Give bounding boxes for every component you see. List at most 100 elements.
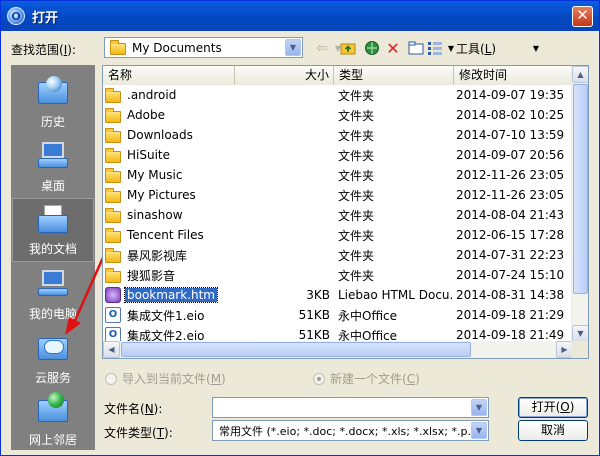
filetype-label: 文件类型(T): xyxy=(104,426,173,440)
delete-icon[interactable]: ✕ xyxy=(384,39,402,58)
file-name-cell[interactable]: My Music xyxy=(103,167,231,183)
file-name-cell[interactable]: Tencent Files xyxy=(103,227,231,243)
file-row[interactable]: Adobe 文件夹 2014-08-02 10:25 xyxy=(103,105,573,125)
file-name-cell[interactable]: O 集成文件1.eio xyxy=(103,307,231,324)
scroll-down-icon[interactable]: ▼ xyxy=(572,325,588,342)
place-network-places[interactable]: 网上邻居 xyxy=(12,388,94,452)
chevron-down-icon[interactable]: ▼ xyxy=(285,39,301,56)
file-modified-date: 2014-07-31 22:23 xyxy=(456,248,565,262)
file-row[interactable]: My Pictures 文件夹 2012-11-26 23:05 xyxy=(103,185,573,205)
file-name: .android xyxy=(127,88,177,102)
folder-icon xyxy=(110,40,126,55)
file-type: 文件夹 xyxy=(338,228,375,243)
horizontal-scrollbar[interactable]: ◀ ▶ xyxy=(103,341,573,358)
place-cloud-service[interactable]: 云服务 xyxy=(12,326,94,390)
file-name: My Pictures xyxy=(127,188,196,202)
open-button[interactable]: 打开(O) xyxy=(518,397,588,418)
filename-dropdown-icon[interactable]: ▼ xyxy=(471,399,487,416)
filename-input[interactable]: ▼ xyxy=(212,397,489,418)
look-in-dropdown[interactable]: My Documents ▼ xyxy=(104,37,303,58)
place-my-documents[interactable]: 我的文档 xyxy=(12,198,94,262)
file-name-cell[interactable]: 搜狐影音 xyxy=(103,267,231,284)
scroll-thumb[interactable] xyxy=(573,84,588,294)
filename-label: 文件名(N): xyxy=(104,402,163,416)
search-web-icon[interactable] xyxy=(363,39,381,57)
file-size: 51KB xyxy=(298,308,330,322)
file-row[interactable]: O 集成文件1.eio 51KB 永中Office 2014-09-18 21:29 xyxy=(103,305,573,325)
vertical-scrollbar[interactable]: ▲ ▼ xyxy=(571,66,588,342)
radio-new-file[interactable]: 新建一个文件(C) xyxy=(313,370,420,387)
file-row[interactable]: 搜狐影音 文件夹 2014-07-24 15:10 xyxy=(103,265,573,285)
cancel-button[interactable]: 取消 xyxy=(518,420,588,441)
file-size: 3KB xyxy=(306,288,330,302)
file-name-cell[interactable]: 暴风影视库 xyxy=(103,247,231,264)
file-type: 文件夹 xyxy=(338,188,375,203)
file-row[interactable]: 暴风影视库 文件夹 2014-07-31 22:23 xyxy=(103,245,573,265)
close-icon: ✕ xyxy=(576,6,589,24)
tools-menu[interactable]: 工具(L) xyxy=(456,40,496,57)
title-bar[interactable]: O 打开 ✕ xyxy=(1,1,599,31)
file-name-cell[interactable]: .android xyxy=(103,87,231,103)
file-rows: .android 文件夹 2014-09-07 19:35 Adobe 文件夹 2014-… xyxy=(103,85,573,345)
close-button[interactable]: ✕ xyxy=(572,6,593,27)
file-type: 文件夹 xyxy=(338,108,375,123)
filetype-dropdown-icon[interactable]: ▼ xyxy=(471,422,487,439)
column-date[interactable]: 修改时间 xyxy=(454,66,574,85)
history-icon xyxy=(36,74,70,106)
new-folder-icon[interactable] xyxy=(407,39,425,57)
file-name: Adobe xyxy=(127,108,165,122)
file-name: 暴风影视库 xyxy=(127,248,188,263)
my-computer-icon xyxy=(36,266,70,298)
file-name-cell[interactable]: Adobe xyxy=(103,107,231,123)
file-row[interactable]: HiSuite 文件夹 2014-09-07 20:56 xyxy=(103,145,573,165)
column-type[interactable]: 类型 xyxy=(334,66,454,85)
file-name: Tencent Files xyxy=(127,228,204,242)
filetype-dropdown[interactable]: 常用文件 (*.eio; *.doc; *.docx; *.xls; *.xls… xyxy=(212,420,489,441)
file-name-cell[interactable]: Downloads xyxy=(103,127,231,143)
file-row[interactable]: .android 文件夹 2014-09-07 19:35 xyxy=(103,85,573,105)
file-type: 文件夹 xyxy=(338,268,375,283)
file-type: 文件夹 xyxy=(338,88,375,103)
file-row[interactable]: My Music 文件夹 2012-11-26 23:05 xyxy=(103,165,573,185)
up-folder-icon[interactable] xyxy=(339,39,357,57)
column-headers: 名称 大小 类型 修改时间 xyxy=(103,66,574,85)
scroll-up-icon[interactable]: ▲ xyxy=(572,66,588,83)
file-modified-date: 2014-08-31 14:38 xyxy=(456,288,565,302)
file-row[interactable]: sinashow 文件夹 2014-08-04 21:43 xyxy=(103,205,573,225)
column-name[interactable]: 名称 xyxy=(103,66,235,85)
file-name: HiSuite xyxy=(127,148,171,162)
column-size[interactable]: 大小 xyxy=(235,66,334,85)
radio-import-current[interactable]: 导入到当前文件(M) xyxy=(105,370,226,387)
look-in-value: My Documents xyxy=(132,40,222,55)
tools-dropdown-icon[interactable]: ▼ xyxy=(527,39,545,57)
file-name-cell[interactable]: sinashow xyxy=(103,207,231,223)
file-name: bookmark.htm xyxy=(124,287,218,303)
file-name-cell[interactable]: bookmark.htm xyxy=(103,287,231,303)
folder-icon xyxy=(105,207,121,223)
folder-icon xyxy=(105,267,121,283)
hscroll-thumb[interactable] xyxy=(121,342,471,357)
file-modified-date: 2014-08-04 21:43 xyxy=(456,208,565,222)
file-type: Liebao HTML Docu... xyxy=(338,288,452,302)
file-modified-date: 2014-07-24 15:10 xyxy=(456,268,565,282)
places-bar: 历史 桌面 我的文档 我的电脑 云服务 网上邻居 xyxy=(11,65,95,450)
place-desktop[interactable]: 桌面 xyxy=(12,134,94,198)
file-row[interactable]: bookmark.htm 3KB Liebao HTML Docu... 2014-0… xyxy=(103,285,573,305)
folder-icon xyxy=(105,87,121,103)
file-row[interactable]: Downloads 文件夹 2014-07-10 13:59 xyxy=(103,125,573,145)
file-row[interactable]: Tencent Files 文件夹 2012-06-15 17:28 xyxy=(103,225,573,245)
scroll-left-icon[interactable]: ◀ xyxy=(103,341,120,358)
eio-file-icon: O xyxy=(105,307,121,323)
file-list[interactable]: 名称 大小 类型 修改时间 .android 文件夹 2014-09-07 19:3… xyxy=(102,65,589,359)
file-name-cell[interactable]: HiSuite xyxy=(103,147,231,163)
look-in-label: 查找范围(I): xyxy=(11,43,76,57)
file-type: 文件夹 xyxy=(338,148,375,163)
place-history[interactable]: 历史 xyxy=(12,70,94,134)
file-modified-date: 2012-06-15 17:28 xyxy=(456,228,565,242)
file-name-cell[interactable]: My Pictures xyxy=(103,187,231,203)
place-my-computer[interactable]: 我的电脑 xyxy=(12,262,94,326)
folder-icon xyxy=(105,147,121,163)
folder-icon xyxy=(105,167,121,183)
file-type: 永中Office xyxy=(338,308,398,323)
file-modified-date: 2014-09-18 21:29 xyxy=(456,308,565,322)
